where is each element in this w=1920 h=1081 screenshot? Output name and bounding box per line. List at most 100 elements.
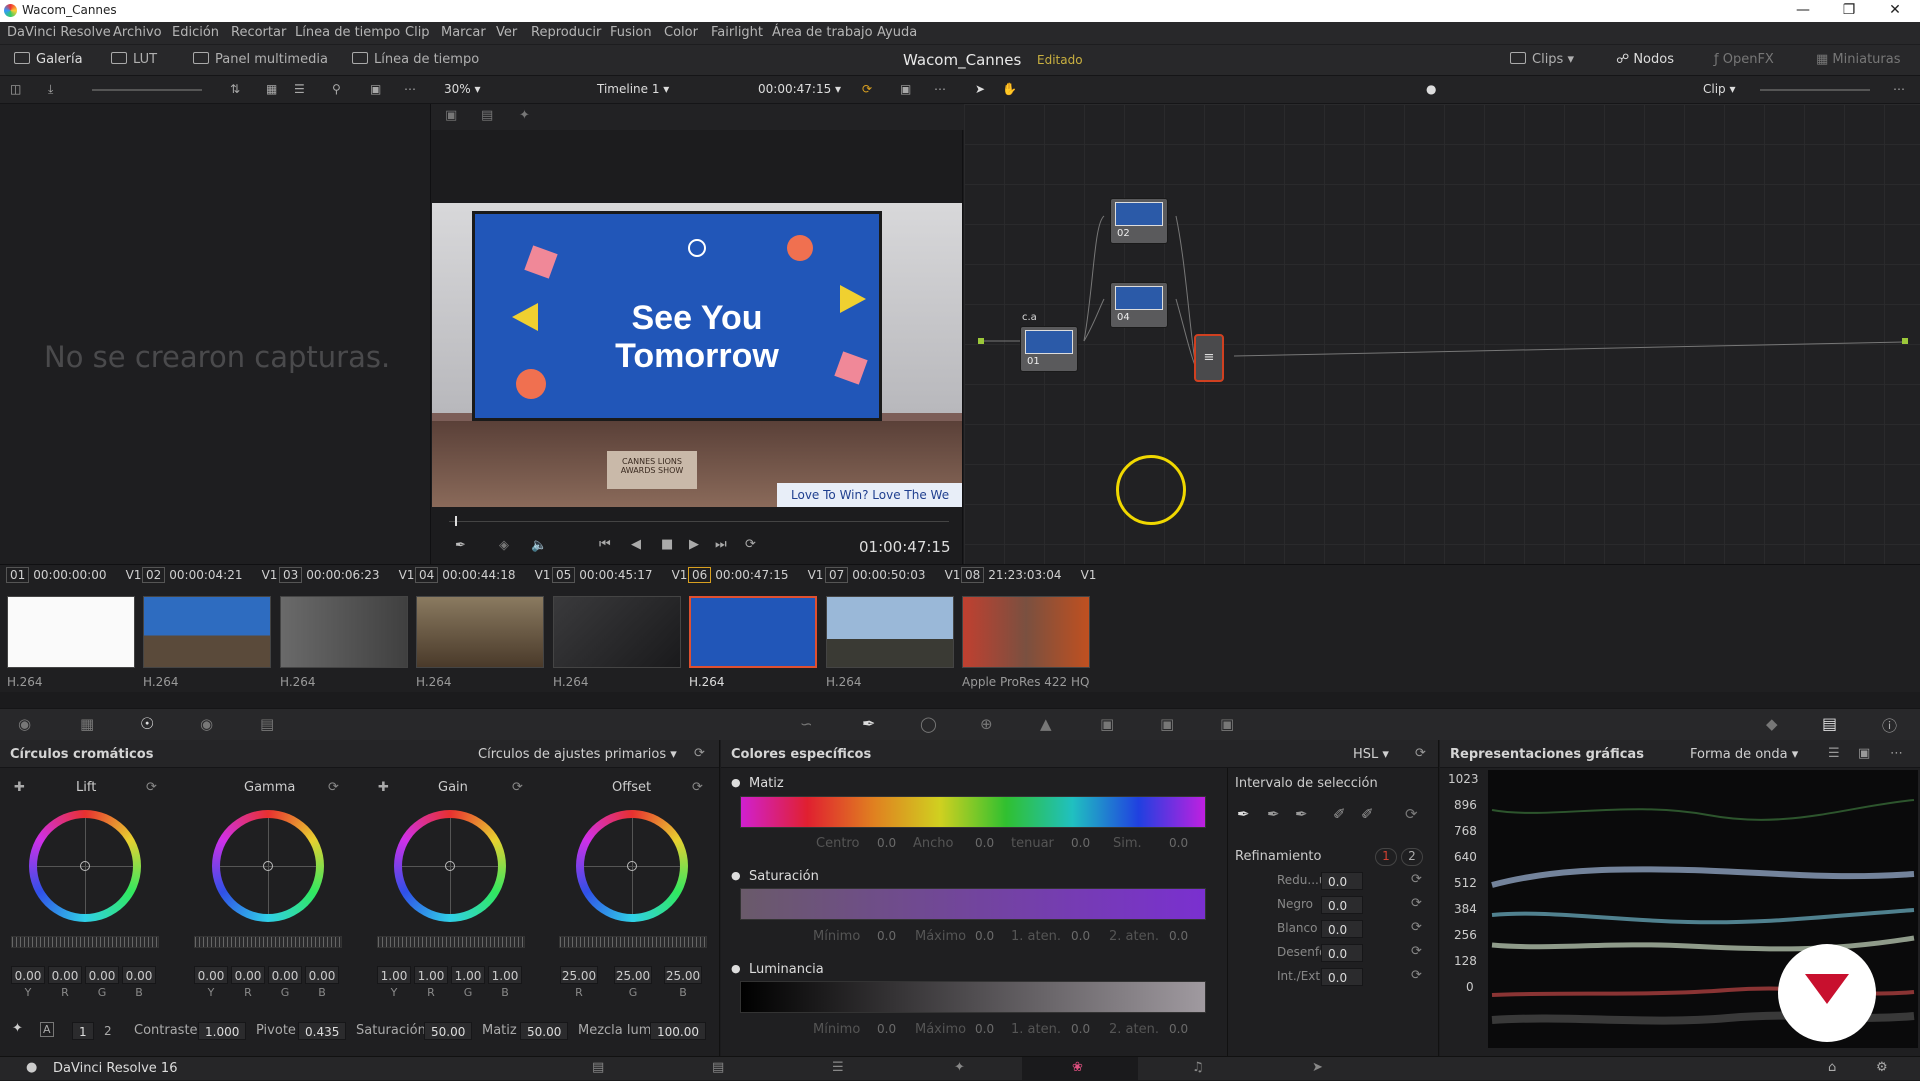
- noise-reset-icon[interactable]: ⟳: [1411, 872, 1422, 887]
- list-view-icon[interactable]: ☰: [294, 82, 305, 96]
- offset-wheel[interactable]: [576, 810, 688, 922]
- fusion-page-icon[interactable]: ✦: [954, 1060, 965, 1075]
- menu-recortar[interactable]: Recortar: [231, 25, 286, 40]
- hue-soft-value[interactable]: 0.0: [1071, 836, 1090, 850]
- invert-icon[interactable]: ⟳: [1405, 805, 1418, 823]
- scope-settings-icon[interactable]: ☰: [1828, 746, 1840, 761]
- sizing-icon[interactable]: ▣: [1160, 715, 1174, 733]
- loop-icon[interactable]: ⟳: [862, 82, 872, 96]
- key-icon[interactable]: ▣: [1100, 715, 1114, 733]
- camera-raw-icon[interactable]: ◉: [18, 715, 31, 733]
- gamma-master-slider[interactable]: [194, 936, 342, 948]
- menu-davinci[interactable]: DaVinci Resolve: [7, 25, 111, 40]
- sat-min-value[interactable]: 0.0: [877, 929, 896, 943]
- media-pool-button[interactable]: Panel multimedia: [193, 52, 328, 67]
- clip-thumb-05[interactable]: [553, 596, 681, 668]
- picker-minus-icon[interactable]: ✒: [1267, 805, 1280, 823]
- clips-button[interactable]: Clips ▾: [1510, 52, 1574, 67]
- lum-toggle[interactable]: ●: [731, 962, 741, 975]
- output-pin[interactable]: [1902, 338, 1908, 344]
- gallery-size-slider[interactable]: [92, 89, 202, 91]
- gallery-button[interactable]: Galería: [14, 52, 83, 67]
- qualifier-icon[interactable]: ✒: [862, 714, 875, 733]
- lift-wheel[interactable]: [29, 810, 141, 922]
- saturation-bar[interactable]: [740, 888, 1206, 920]
- wheels-mode-select[interactable]: Círculos de ajustes primarios ▾: [478, 747, 677, 762]
- clip-thumb-08[interactable]: [962, 596, 1090, 668]
- search-icon[interactable]: ⚲: [332, 82, 341, 96]
- media-page-icon[interactable]: ▤: [592, 1060, 604, 1075]
- gain-wheel[interactable]: [394, 810, 506, 922]
- picker-plus-icon[interactable]: ✒: [1295, 805, 1308, 823]
- white-value[interactable]: 0.0: [1321, 920, 1363, 938]
- menu-edicion[interactable]: Edición: [172, 25, 219, 40]
- color-page-icon[interactable]: ❀: [1072, 1060, 1083, 1075]
- layers-icon[interactable]: ◈: [499, 538, 509, 553]
- panel-toggle-icon[interactable]: ◫: [10, 82, 21, 96]
- hue-bar[interactable]: [740, 796, 1206, 828]
- scope-more-icon[interactable]: ⋯: [1890, 746, 1903, 761]
- inout-value[interactable]: 0.0: [1321, 968, 1363, 986]
- clip-thumb-01[interactable]: [7, 596, 135, 668]
- loop-playback-icon[interactable]: ⟳: [745, 537, 756, 552]
- clip-thumb-04[interactable]: [416, 596, 544, 668]
- hue-center-value[interactable]: 0.0: [877, 836, 896, 850]
- menu-linea-tiempo[interactable]: Línea de tiempo: [295, 25, 400, 40]
- playhead[interactable]: [455, 516, 457, 526]
- lift-r[interactable]: 0.00: [48, 966, 82, 984]
- nodes-button[interactable]: ☍ Nodos: [1616, 52, 1674, 67]
- gain-reset-icon[interactable]: ⟳: [512, 780, 523, 795]
- soft-plus-icon[interactable]: ✐: [1361, 805, 1374, 823]
- clip-thumb-06[interactable]: [689, 596, 817, 668]
- viewer-mode-icon[interactable]: ▣: [445, 108, 457, 123]
- hue-sym-value[interactable]: 0.0: [1169, 836, 1188, 850]
- lift-g[interactable]: 0.00: [85, 966, 119, 984]
- settings-gear-icon[interactable]: ⚙: [1876, 1060, 1888, 1075]
- offset-r[interactable]: 25.00: [560, 966, 598, 984]
- white-reset-icon[interactable]: ⟳: [1411, 920, 1422, 935]
- timecode-select[interactable]: 00:00:47:15 ▾: [758, 82, 841, 96]
- node-01[interactable]: 01: [1020, 326, 1078, 372]
- lift-y[interactable]: 0.00: [11, 966, 45, 984]
- scope-type-select[interactable]: Forma de onda ▾: [1690, 747, 1798, 762]
- scrub-bar[interactable]: [449, 521, 949, 522]
- node-02[interactable]: 02: [1110, 198, 1168, 244]
- window-icon[interactable]: ◯: [920, 715, 937, 733]
- picker-icon[interactable]: ✚: [14, 780, 25, 795]
- hand-icon[interactable]: ✋: [1002, 82, 1017, 96]
- offset-b[interactable]: 25.00: [664, 966, 702, 984]
- eyedropper-icon[interactable]: ✒: [455, 538, 466, 553]
- menu-clip[interactable]: Clip: [405, 25, 430, 40]
- picker-icon[interactable]: ✚: [378, 780, 389, 795]
- gamma-wheel[interactable]: [212, 810, 324, 922]
- gamma-y[interactable]: 0.00: [194, 966, 228, 984]
- noise-value[interactable]: 0.0: [1321, 872, 1363, 890]
- menu-ver[interactable]: Ver: [496, 25, 517, 40]
- 3d-icon[interactable]: ▣: [1220, 715, 1234, 733]
- gain-y[interactable]: 1.00: [377, 966, 411, 984]
- curves-icon[interactable]: ∽: [800, 715, 813, 733]
- play-icon[interactable]: ▶: [689, 537, 699, 552]
- tracker-icon[interactable]: ⊕: [980, 715, 993, 733]
- menu-marcar[interactable]: Marcar: [441, 25, 486, 40]
- close-button[interactable]: ✕: [1872, 0, 1918, 22]
- luminance-bar[interactable]: [740, 981, 1206, 1013]
- last-frame-icon[interactable]: ⏭: [715, 537, 727, 552]
- page-2-button[interactable]: 2: [98, 1022, 118, 1040]
- offset-reset-icon[interactable]: ⟳: [692, 780, 703, 795]
- lum-min-value[interactable]: 0.0: [877, 1022, 896, 1036]
- lum-soft2-value[interactable]: 0.0: [1169, 1022, 1188, 1036]
- saturation-value[interactable]: 50.00: [424, 1022, 473, 1040]
- sat-toggle[interactable]: ●: [731, 869, 741, 882]
- sat-soft1-value[interactable]: 0.0: [1071, 929, 1090, 943]
- scopes-icon[interactable]: ▤: [1822, 714, 1837, 733]
- menu-color[interactable]: Color: [664, 25, 698, 40]
- node-zoom-slider[interactable]: [1760, 89, 1870, 91]
- blur-icon[interactable]: ▲: [1040, 715, 1052, 733]
- cut-page-icon[interactable]: ▤: [712, 1060, 724, 1075]
- gain-r[interactable]: 1.00: [414, 966, 448, 984]
- home-icon[interactable]: ⌂: [1828, 1060, 1836, 1075]
- rgb-mixer-icon[interactable]: ◉: [200, 715, 213, 733]
- deliver-page-icon[interactable]: ➤: [1312, 1060, 1323, 1075]
- layer-mixer-node[interactable]: ≡: [1194, 334, 1224, 382]
